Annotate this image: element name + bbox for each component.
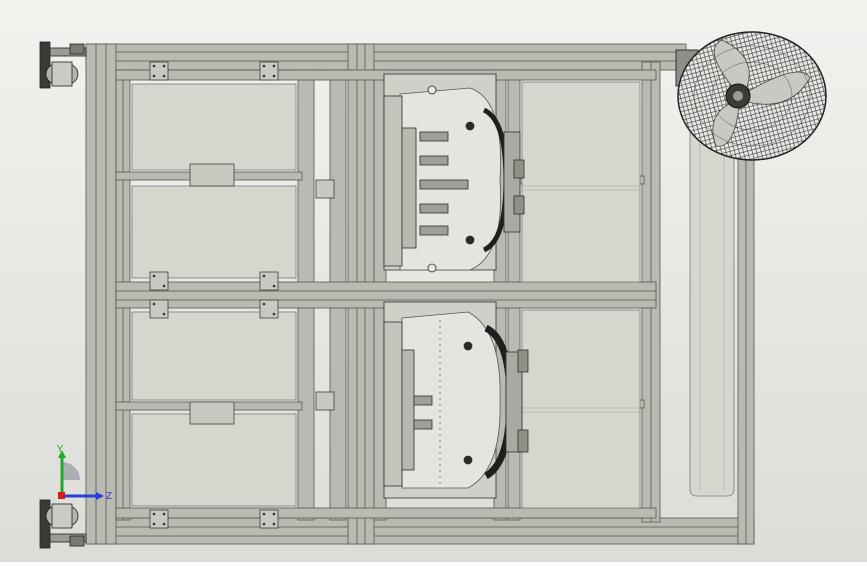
cad-model-top-view: Y Z — [0, 0, 867, 562]
panel-left-top-b — [131, 185, 297, 279]
panel-right-bottom — [521, 309, 641, 509]
cad-viewport[interactable]: Y Z — [0, 0, 867, 562]
panel-left-bottom-b — [131, 413, 297, 507]
panel-left-top-a — [131, 83, 297, 171]
panel-side-guard — [689, 99, 735, 497]
triad-z-label: Z — [106, 491, 112, 502]
frame-left-post — [85, 43, 117, 545]
panel-left-bottom-a — [131, 311, 297, 401]
frame-top-rail — [85, 43, 687, 71]
triad-y-label: Y — [57, 444, 64, 455]
panel-right-top — [521, 81, 641, 283]
fan-assembly — [675, 31, 827, 161]
